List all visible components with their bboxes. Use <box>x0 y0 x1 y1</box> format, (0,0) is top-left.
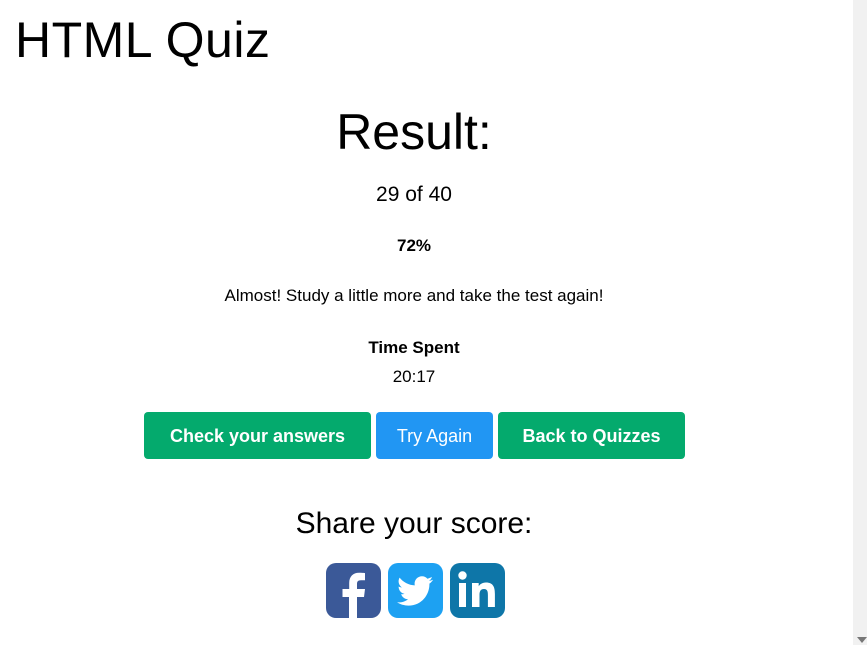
twitter-icon <box>387 563 443 618</box>
try-again-button[interactable]: Try Again <box>376 412 493 459</box>
check-answers-button[interactable]: Check your answers <box>144 412 371 459</box>
linkedin-icon <box>449 563 505 618</box>
back-to-quizzes-button[interactable]: Back to Quizzes <box>498 412 685 459</box>
facebook-icon <box>325 563 381 618</box>
result-panel: Result: 29 of 40 72% Almost! Study a lit… <box>0 100 828 618</box>
score-percent: 72% <box>396 236 432 255</box>
vertical-scrollbar[interactable] <box>853 0 867 645</box>
result-message: Almost! Study a little more and take the… <box>224 286 604 305</box>
scroll-down-arrow-icon[interactable] <box>857 637 867 643</box>
share-twitter-button[interactable] <box>387 563 443 618</box>
share-buttons <box>0 563 828 618</box>
share-linkedin-button[interactable] <box>449 563 505 618</box>
result-actions: Check your answers Try Again Back to Qui… <box>0 412 828 459</box>
page-title: HTML Quiz <box>15 12 271 68</box>
quiz-result-page: HTML Quiz Result: 29 of 40 72% Almost! S… <box>0 0 867 645</box>
share-heading: Share your score: <box>295 507 533 540</box>
score-text: 29 of 40 <box>376 183 452 206</box>
result-heading: Result: <box>336 104 492 160</box>
share-facebook-button[interactable] <box>325 563 381 618</box>
time-spent-value: 20:17 <box>392 367 436 386</box>
time-spent-label: Time Spent <box>368 338 460 357</box>
